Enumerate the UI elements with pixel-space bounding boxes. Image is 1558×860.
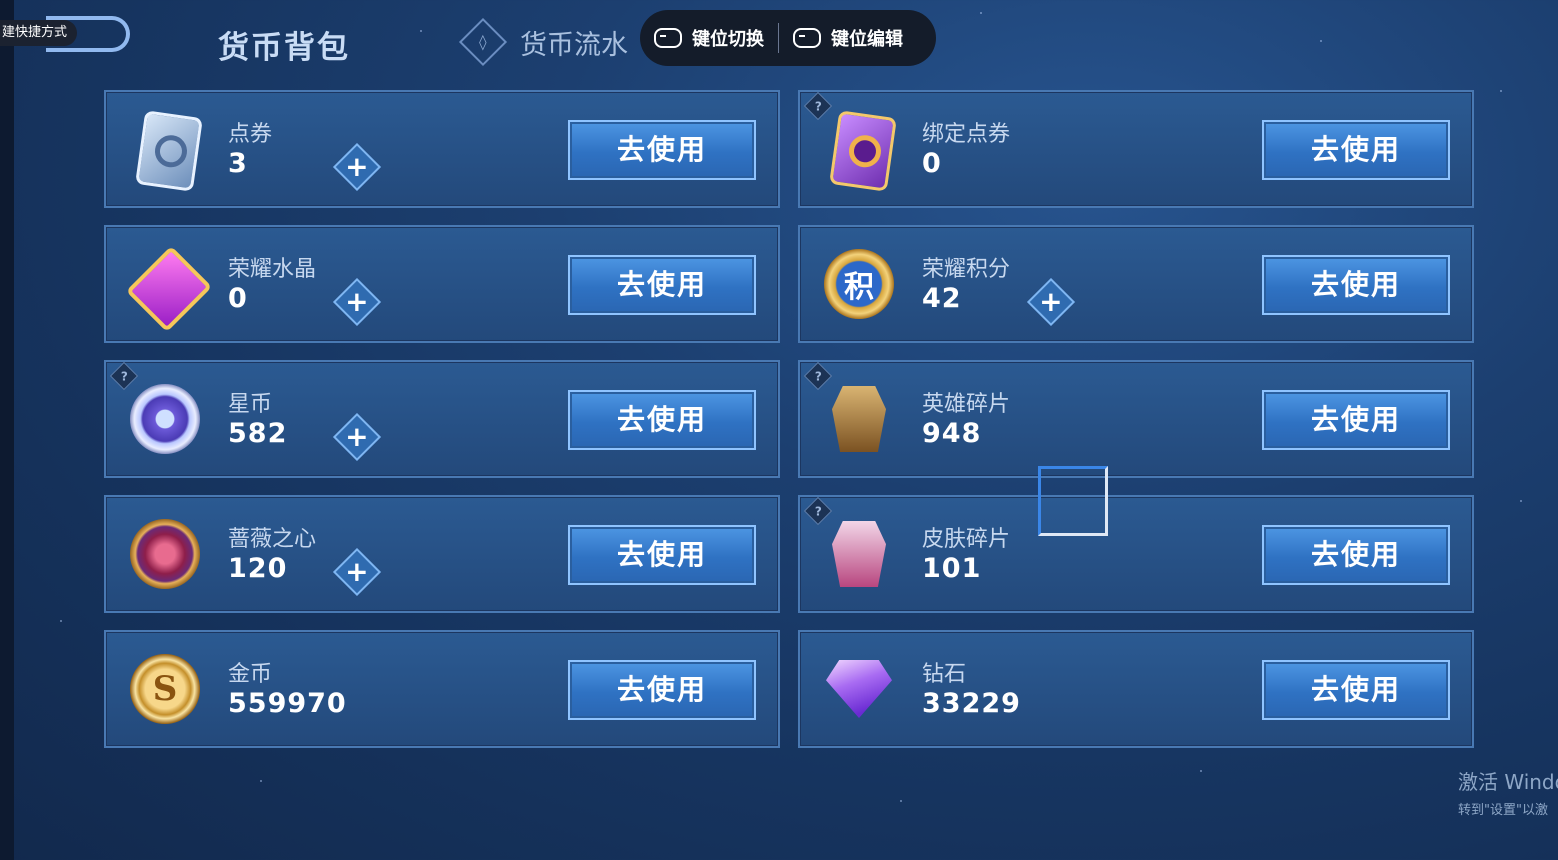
use-button[interactable]: 去使用 [1262,525,1450,585]
tab-currency-flow[interactable]: ◊ 货币流水 [458,17,628,67]
star-coin-icon [126,380,204,458]
plus-icon: + [345,420,369,453]
currency-card-diamond: 钻石 33229 去使用 [798,630,1474,748]
shortcut-label: 建快捷方式 [0,20,78,46]
currency-value: 33229 [922,688,1021,719]
add-button[interactable]: + [332,277,382,327]
currency-name: 皮肤碎片 [922,527,1011,552]
currency-card-hero-fragment: ? 英雄碎片 948 去使用 [798,360,1474,478]
rose-heart-icon [126,515,204,593]
hero-fragment-icon [820,380,898,458]
diamond-icon [820,650,898,728]
currency-value: 0 [228,283,248,314]
currency-value: 559970 [228,688,347,719]
currency-name: 钻石 [922,662,967,687]
plus-icon: + [1039,285,1063,318]
currency-name: 绑定点券 [922,122,1011,147]
currency-value: 0 [922,148,942,179]
currency-value: 101 [922,553,982,584]
currency-name: 荣耀水晶 [228,257,317,282]
tab-currency-flow-label: 货币流水 [520,29,628,61]
key-edit-button[interactable]: 键位编辑 [779,10,917,66]
use-button[interactable]: 去使用 [1262,120,1450,180]
plus-icon: + [345,150,369,183]
currency-value: 120 [228,553,288,584]
add-button[interactable]: + [332,412,382,462]
currency-card-voucher: 点券 3 + 去使用 [104,90,780,208]
gamepad-icon [654,28,682,48]
currency-name: 荣耀积分 [922,257,1011,282]
currency-card-bound-voucher: ? 绑定点券 0 去使用 [798,90,1474,208]
add-button[interactable]: + [332,547,382,597]
focus-indicator [1038,466,1108,536]
key-edit-label: 键位编辑 [831,29,903,50]
add-button[interactable]: + [1026,277,1076,327]
currency-card-rose-heart: 蔷薇之心 120 + 去使用 [104,495,780,613]
currency-card-star-coin: ? 星币 582 + 去使用 [104,360,780,478]
key-switch-button[interactable]: 键位切换 [640,10,778,66]
use-button[interactable]: 去使用 [568,390,756,450]
currency-value: 582 [228,418,288,449]
currency-card-skin-fragment: ? 皮肤碎片 101 去使用 [798,495,1474,613]
watermark-line-1: 激活 Windo [1458,770,1558,794]
use-button[interactable]: 去使用 [568,255,756,315]
use-button[interactable]: 去使用 [1262,255,1450,315]
gold-coin-icon: S [126,650,204,728]
add-button[interactable]: + [332,142,382,192]
bound-voucher-icon [820,110,898,192]
use-button[interactable]: 去使用 [1262,390,1450,450]
currency-value: 3 [228,148,248,179]
currency-card-gold-coin: S 金币 559970 去使用 [104,630,780,748]
key-switch-label: 键位切换 [692,29,764,50]
use-button[interactable]: 去使用 [568,660,756,720]
currency-value: 948 [922,418,982,449]
currency-name: 星币 [228,392,273,417]
glory-crystal-icon [125,245,213,333]
left-edge-strip [0,0,14,860]
page-title: 货币背包 [218,30,350,66]
voucher-icon [126,110,204,192]
use-button[interactable]: 去使用 [568,525,756,585]
windows-activation-watermark: 激活 Windo 转到"设置"以激 [1458,766,1558,818]
skin-fragment-icon [820,515,898,593]
currency-name: 英雄碎片 [922,392,1011,417]
diamond-frame-icon: ◊ [458,17,508,67]
currency-name: 点券 [228,122,273,147]
use-button[interactable]: 去使用 [1262,660,1450,720]
currency-card-glory-crystal: 荣耀水晶 0 + 去使用 [104,225,780,343]
currency-name: 蔷薇之心 [228,527,317,552]
gamepad-icon [793,28,821,48]
currency-value: 42 [922,283,962,314]
plus-icon: + [345,555,369,588]
glory-points-icon: 积 [820,245,898,323]
currency-card-glory-points: 积 荣耀积分 42 + 去使用 [798,225,1474,343]
currency-name: 金币 [228,662,273,687]
plus-icon: + [345,285,369,318]
use-button[interactable]: 去使用 [568,120,756,180]
key-toolbar: 键位切换 键位编辑 [640,10,936,66]
watermark-line-2: 转到"设置"以激 [1458,803,1548,818]
shortcut-button[interactable]: 建快捷方式 [0,14,130,52]
